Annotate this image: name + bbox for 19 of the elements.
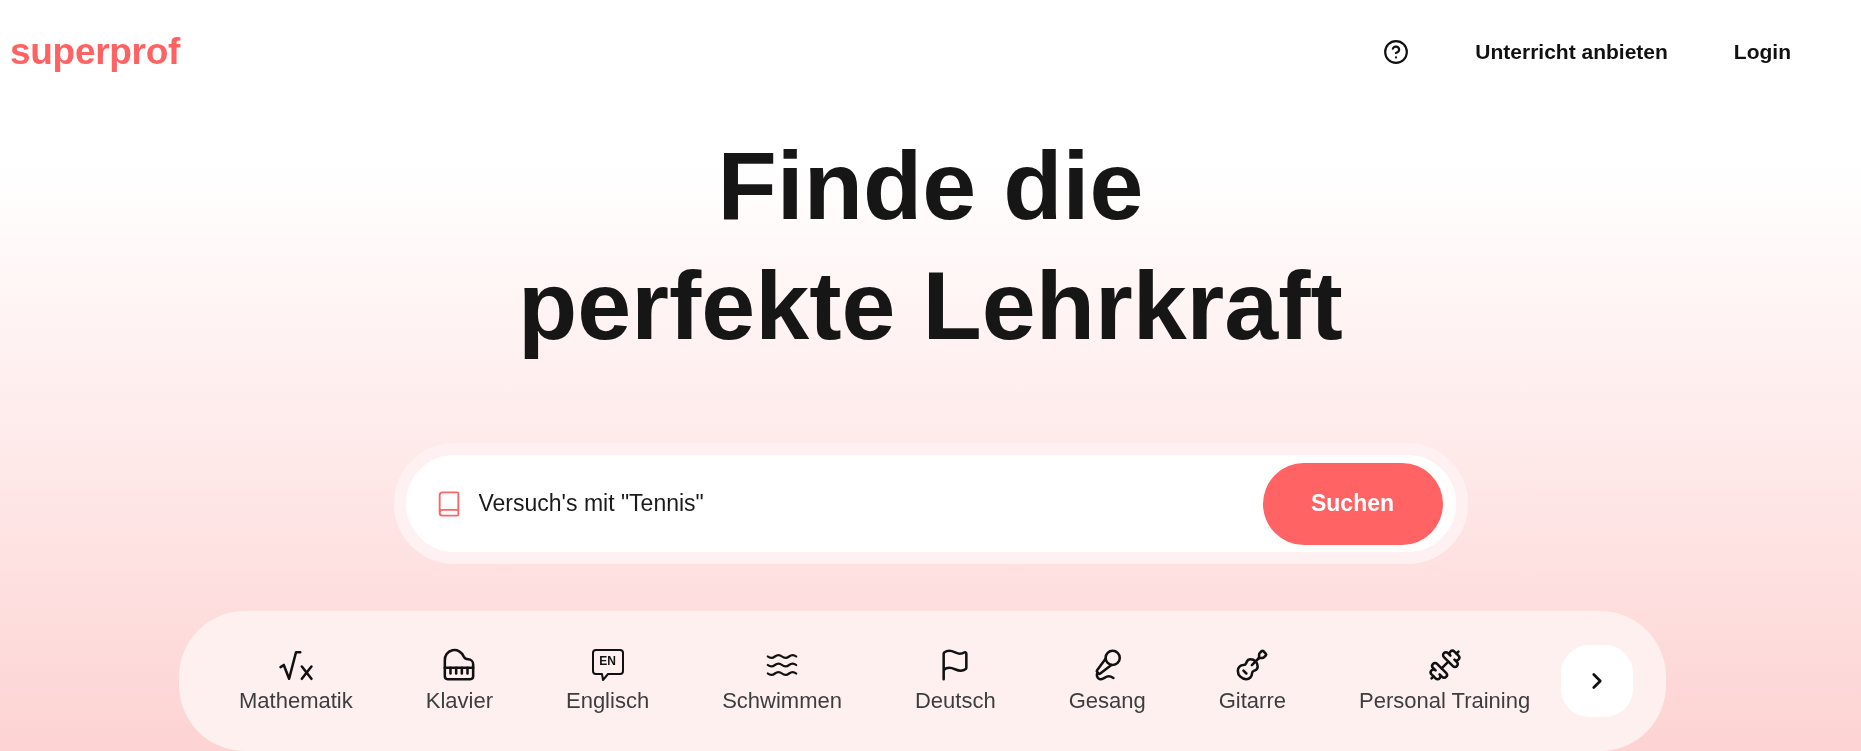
square-root-icon (278, 649, 313, 681)
category-link[interactable]: Schwimmen (722, 648, 842, 714)
nav-link[interactable]: Unterricht anbieten (1475, 39, 1668, 65)
language-code: EN (599, 655, 616, 668)
search-field[interactable]: Versuch's mit "Tennis" (478, 483, 1263, 524)
speech-bubble-icon (590, 648, 625, 682)
guitar-icon (1235, 648, 1270, 682)
category-link[interactable]: Mathematik (239, 648, 353, 714)
category-link[interactable]: Personal Training (1358, 648, 1531, 714)
help-icon[interactable] (1383, 39, 1410, 65)
dumbbell-icon (1427, 648, 1462, 682)
page-heading: Finde die perfekte Lehrkraft (518, 130, 1343, 362)
category-link[interactable]: Gitarre (1218, 648, 1286, 714)
category-link[interactable]: EN Englisch (565, 648, 650, 714)
category-link[interactable]: Deutsch (914, 648, 996, 714)
nav-link[interactable]: Login (1733, 39, 1791, 65)
category-link[interactable]: Klavier (425, 648, 493, 714)
category-link[interactable]: Gesang (1068, 648, 1146, 714)
piano-icon (442, 648, 477, 682)
